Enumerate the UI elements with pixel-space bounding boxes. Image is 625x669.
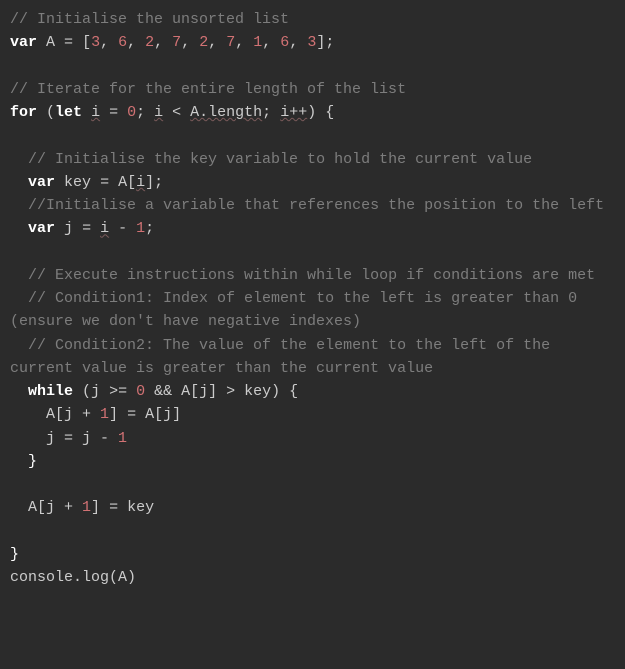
identifier: key xyxy=(244,383,271,400)
keyword-while: while xyxy=(28,383,73,400)
identifier: key xyxy=(127,499,154,516)
identifier: A[ xyxy=(118,174,136,191)
number-literal: 1 xyxy=(82,499,91,516)
number-literal: 1 xyxy=(136,220,145,237)
brace: } xyxy=(10,546,19,563)
bracket: ] xyxy=(109,406,118,423)
number-literal: 7 xyxy=(172,34,181,51)
number-literal: 6 xyxy=(118,34,127,51)
identifier: j xyxy=(64,220,73,237)
identifier: A[j] xyxy=(145,406,181,423)
keyword-var: var xyxy=(28,220,55,237)
bracket: [ xyxy=(82,34,91,51)
comment-line: // Iterate for the entire length of the … xyxy=(10,81,406,98)
bracket: ] xyxy=(145,174,154,191)
number-literal: 0 xyxy=(136,383,145,400)
keyword-let: let xyxy=(55,104,82,121)
bracket: ] xyxy=(91,499,100,516)
semicolon: ; xyxy=(262,104,280,121)
comment-line: // Initialise the key variable to hold t… xyxy=(28,151,532,168)
operator: < xyxy=(163,104,190,121)
identifier: A.length xyxy=(190,104,262,121)
number-literal: 2 xyxy=(199,34,208,51)
operator: = xyxy=(55,34,82,51)
identifier: j xyxy=(91,383,100,400)
keyword-var: var xyxy=(28,174,55,191)
comma: , xyxy=(235,34,253,51)
operator: = xyxy=(91,174,118,191)
identifier: A[j + xyxy=(28,499,82,516)
comma: , xyxy=(100,34,118,51)
semicolon: ; xyxy=(154,174,163,191)
identifier: i xyxy=(136,174,145,191)
identifier: A[j + xyxy=(46,406,100,423)
code-block: // Initialise the unsorted list var A = … xyxy=(0,0,625,597)
comment-line: // Execute instructions within while loo… xyxy=(28,267,595,284)
comma: , xyxy=(181,34,199,51)
number-literal: 3 xyxy=(307,34,316,51)
bracket: ]; xyxy=(316,34,334,51)
identifier: i xyxy=(154,104,163,121)
console-log: console.log(A) xyxy=(10,569,136,586)
keyword-for: for xyxy=(10,104,37,121)
semicolon: ; xyxy=(136,104,154,121)
paren-brace: ) { xyxy=(271,383,298,400)
paren-brace: ) { xyxy=(307,104,334,121)
comma: , xyxy=(262,34,280,51)
operator: = xyxy=(73,220,100,237)
number-literal: 7 xyxy=(226,34,235,51)
comment-line: // Condition2: The value of the element … xyxy=(10,337,559,377)
operator: = xyxy=(118,406,145,423)
number-literal: 3 xyxy=(91,34,100,51)
paren: ( xyxy=(37,104,55,121)
comment-line: // Initialise the unsorted list xyxy=(10,11,289,28)
comment-line: //Initialise a variable that references … xyxy=(28,197,604,214)
keyword-var: var xyxy=(10,34,37,51)
operator: >= xyxy=(100,383,136,400)
number-literal: 6 xyxy=(280,34,289,51)
identifier: i++ xyxy=(280,104,307,121)
comma: , xyxy=(208,34,226,51)
operator: = xyxy=(100,104,127,121)
semicolon: ; xyxy=(145,220,154,237)
identifier: A xyxy=(46,34,55,51)
number-literal: 1 xyxy=(100,406,109,423)
operator: > xyxy=(217,383,244,400)
identifier: j = j - xyxy=(46,430,118,447)
number-literal: 2 xyxy=(145,34,154,51)
comma: , xyxy=(127,34,145,51)
identifier: A[j] xyxy=(181,383,217,400)
comma: , xyxy=(154,34,172,51)
number-literal: 1 xyxy=(253,34,262,51)
number-literal: 0 xyxy=(127,104,136,121)
brace: } xyxy=(28,453,37,470)
identifier: i xyxy=(91,104,100,121)
comma: , xyxy=(289,34,307,51)
identifier: i xyxy=(100,220,109,237)
comment-line: // Condition1: Index of element to the l… xyxy=(10,290,586,330)
identifier: key xyxy=(64,174,91,191)
operator: - xyxy=(109,220,136,237)
operator: = xyxy=(100,499,127,516)
number-literal: 1 xyxy=(118,430,127,447)
paren: ( xyxy=(73,383,91,400)
operator: && xyxy=(145,383,181,400)
